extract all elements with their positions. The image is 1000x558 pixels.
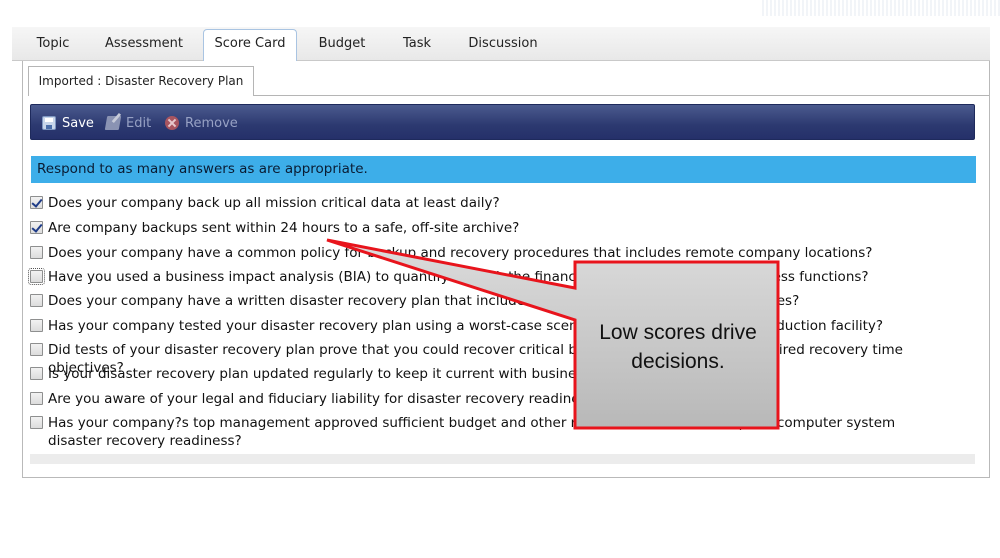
question-checkbox[interactable]: [30, 246, 43, 259]
question-text: Have you used a business impact analysis…: [48, 269, 869, 285]
question-text: Does your company back up all mission cr…: [48, 195, 500, 211]
question-item: Are you aware of your legal and fiduciar…: [30, 390, 948, 408]
tab-topic[interactable]: Topic: [25, 32, 81, 62]
question-item: Has your company?s top management approv…: [30, 414, 948, 450]
top-decoration: [760, 0, 1000, 16]
tab-task[interactable]: Task: [396, 32, 438, 62]
panel-footer-strip: [30, 454, 975, 464]
question-item: Has your company tested your disaster re…: [30, 317, 948, 335]
question-item: Have you used a business impact analysis…: [28, 268, 948, 286]
question-checkbox[interactable]: [30, 367, 43, 380]
question-checkbox[interactable]: [30, 343, 43, 356]
question-item: Does your company back up all mission cr…: [30, 194, 948, 212]
question-checkbox[interactable]: [30, 196, 43, 209]
question-item: Does your company have a common policy f…: [30, 244, 948, 262]
callout-line-1: Low scores drive: [599, 321, 757, 344]
tab-score-card[interactable]: Score Card: [203, 29, 297, 61]
question-checkbox[interactable]: [30, 319, 43, 332]
question-checkbox[interactable]: [30, 416, 43, 429]
callout-text: Low scores drive decisions.: [576, 318, 780, 376]
question-text: Does your company have a written disaste…: [48, 293, 800, 309]
question-text: Are you aware of your legal and fiduciar…: [48, 391, 601, 407]
question-checkbox[interactable]: [30, 294, 43, 307]
question-text: Has your company?s top management approv…: [48, 415, 896, 449]
tab-discussion[interactable]: Discussion: [462, 32, 544, 62]
question-checkbox[interactable]: [30, 392, 43, 405]
tab-assessment[interactable]: Assessment: [100, 32, 188, 62]
question-area: Does your company back up all mission cr…: [22, 61, 990, 478]
question-text: Has your company tested your disaster re…: [48, 318, 884, 334]
question-checkbox[interactable]: [30, 221, 43, 234]
tab-budget[interactable]: Budget: [312, 32, 372, 62]
question-checkbox[interactable]: [28, 268, 45, 285]
question-item: Is your disaster recovery plan updated r…: [30, 365, 948, 383]
question-text: Are company backups sent within 24 hours…: [48, 220, 520, 236]
main-tab-bar: Topic Assessment Score Card Budget Task …: [12, 27, 990, 61]
question-text: Is your disaster recovery plan updated r…: [48, 366, 693, 382]
question-item: Does your company have a written disaste…: [30, 292, 948, 310]
question-item: Are company backups sent within 24 hours…: [30, 219, 948, 237]
question-text: Does your company have a common policy f…: [48, 245, 873, 261]
callout-line-2: decisions.: [631, 350, 725, 373]
